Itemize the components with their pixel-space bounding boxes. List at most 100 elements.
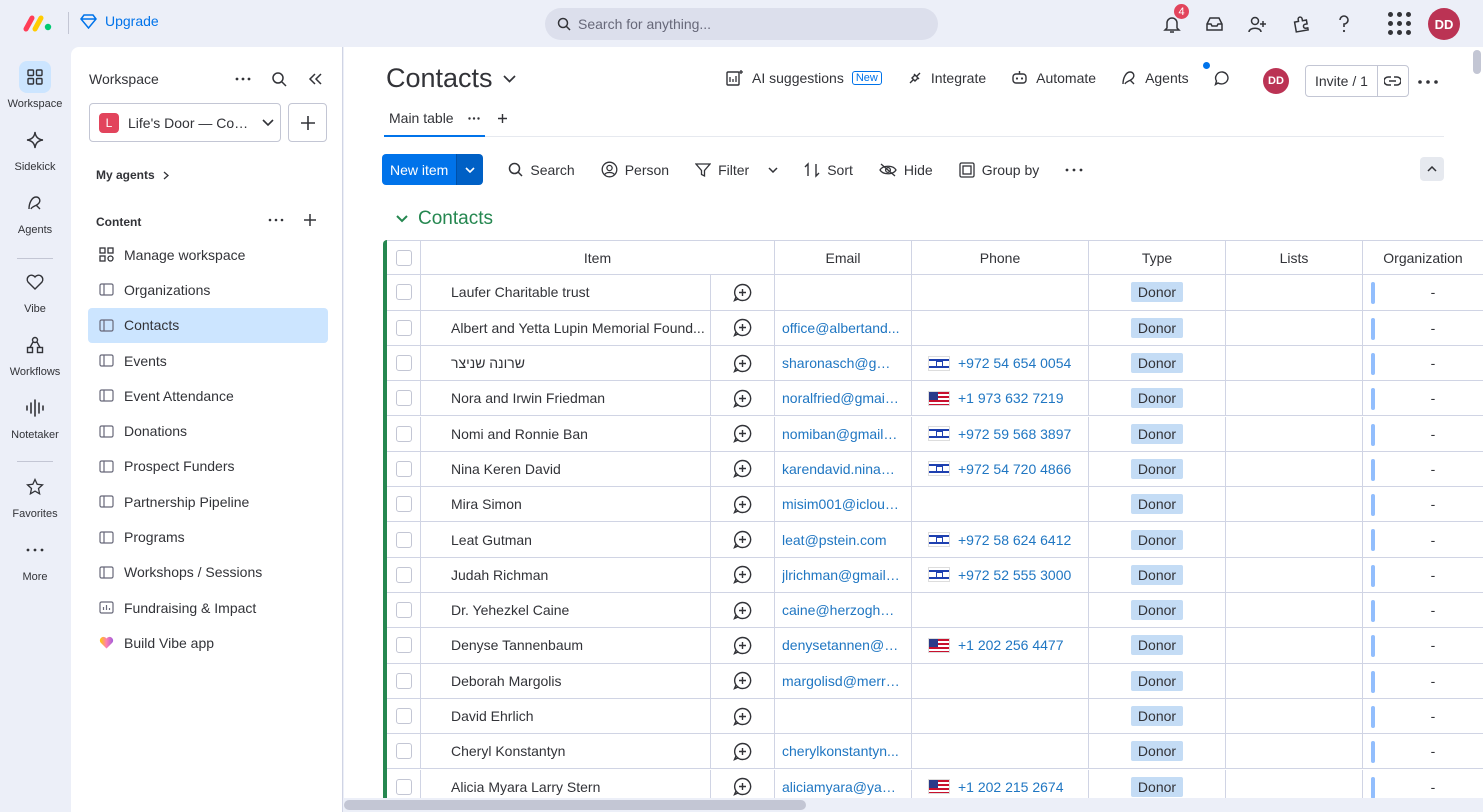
nav-item-build-vibe-app[interactable]: Build Vibe app <box>88 625 328 660</box>
upgrade-button[interactable]: Upgrade <box>80 13 159 29</box>
type-cell[interactable]: Donor <box>1089 593 1226 628</box>
phone-cell[interactable]: +972 52 555 3000 <box>912 557 1089 592</box>
ai-suggestions-button[interactable]: AI suggestions New <box>726 69 882 86</box>
row-checkbox[interactable] <box>395 672 412 689</box>
phone-cell[interactable]: +972 54 654 0054 <box>912 345 1089 381</box>
copy-link-button[interactable] <box>1378 66 1408 96</box>
type-cell[interactable]: Donor <box>1089 275 1226 310</box>
type-cell[interactable]: Donor <box>1089 663 1226 698</box>
phone-cell[interactable]: +1 973 632 7219 <box>912 381 1089 416</box>
table-row[interactable]: Mira Simon misim001@icloud.... Donor - <box>387 487 1483 523</box>
lists-cell[interactable] <box>1226 310 1363 345</box>
add-update-button[interactable] <box>711 522 775 557</box>
marketplace-button[interactable] <box>1279 10 1322 38</box>
table-row[interactable]: Laufer Charitable trust Donor - <box>387 275 1483 311</box>
phone-cell[interactable] <box>912 487 1089 522</box>
invite-members-button[interactable] <box>1236 10 1279 38</box>
rail-item-workflows[interactable]: Workflows <box>0 329 70 378</box>
email-cell[interactable]: jlrichman@gmail.... <box>775 557 912 592</box>
phone-cell[interactable] <box>912 310 1089 345</box>
select-all-checkbox[interactable] <box>395 249 412 266</box>
organization-cell[interactable]: - <box>1363 593 1483 627</box>
row-checkbox[interactable] <box>395 319 412 336</box>
row-checkbox[interactable] <box>395 390 412 407</box>
email-value[interactable]: aliciamyara@yaho... <box>782 779 900 795</box>
email-value[interactable]: jlrichman@gmail.... <box>782 567 900 583</box>
add-update-button[interactable] <box>711 593 775 628</box>
email-value[interactable]: noralfried@gmail.... <box>782 390 900 406</box>
email-cell[interactable] <box>775 275 912 310</box>
email-cell[interactable] <box>775 698 912 734</box>
email-value[interactable]: caine@herzoghos... <box>782 602 900 618</box>
global-search-input[interactable]: Search for anything... <box>545 8 938 40</box>
type-cell[interactable]: Donor <box>1089 310 1226 345</box>
workspace-options-button[interactable] <box>231 67 255 91</box>
phone-value[interactable]: +972 54 654 0054 <box>958 355 1071 371</box>
email-cell[interactable]: margolisd@merri... <box>775 663 912 698</box>
workspace-search-button[interactable] <box>267 67 291 91</box>
chevron-down-icon[interactable] <box>768 166 778 173</box>
column-header-email[interactable]: Email <box>775 241 912 275</box>
row-checkbox[interactable] <box>395 778 412 795</box>
row-checkbox[interactable] <box>395 425 412 442</box>
phone-value[interactable]: +972 59 568 3897 <box>958 426 1071 442</box>
email-cell[interactable]: denysetannen@g... <box>775 628 912 663</box>
type-cell[interactable]: Donor <box>1089 557 1226 592</box>
add-update-button[interactable] <box>711 698 775 734</box>
add-to-workspace-button[interactable] <box>288 103 327 142</box>
column-header-phone[interactable]: Phone <box>912 241 1089 275</box>
add-update-button[interactable] <box>711 628 775 663</box>
vertical-scrollbar-thumb[interactable] <box>1473 50 1481 74</box>
lists-cell[interactable] <box>1226 628 1363 663</box>
nav-item-event-attendance[interactable]: Event Attendance <box>88 378 328 413</box>
inbox-button[interactable] <box>1193 10 1236 38</box>
item-name-cell[interactable]: Deborah Margolis <box>421 663 711 698</box>
email-value[interactable]: misim001@icloud.... <box>782 496 900 512</box>
plus-icon[interactable] <box>298 211 322 229</box>
phone-cell[interactable] <box>912 275 1089 310</box>
table-row[interactable]: Dr. Yehezkel Caine caine@herzoghos... Dono… <box>387 593 1483 629</box>
item-name-cell[interactable]: Nomi and Ronnie Ban <box>421 416 711 451</box>
email-cell[interactable]: cherylkonstantyn... <box>775 734 912 769</box>
item-name-cell[interactable]: Cheryl Konstantyn <box>421 734 711 769</box>
hide-columns-button[interactable]: Hide <box>879 162 933 178</box>
organization-cell[interactable]: - <box>1363 346 1483 380</box>
table-row[interactable]: Nora and Irwin Friedman noralfried@gmail.… <box>387 381 1483 417</box>
board-more-button[interactable] <box>1418 71 1438 87</box>
nav-item-organizations[interactable]: Organizations <box>88 272 328 307</box>
organization-cell[interactable]: - <box>1363 628 1483 662</box>
email-value[interactable]: nomiban@gmail.c... <box>782 426 900 442</box>
type-cell[interactable]: Donor <box>1089 345 1226 381</box>
phone-cell[interactable] <box>912 593 1089 628</box>
group-header[interactable]: Contacts <box>396 208 493 230</box>
table-row[interactable]: Denyse Tannenbaum denysetannen@g... +1 202… <box>387 628 1483 664</box>
email-cell[interactable]: misim001@icloud.... <box>775 487 912 522</box>
email-cell[interactable]: karendavid.nina@... <box>775 451 912 487</box>
organization-cell[interactable]: - <box>1363 275 1483 309</box>
more-dots-icon[interactable] <box>467 116 480 120</box>
column-header-organization[interactable]: Organization <box>1363 241 1483 274</box>
item-name-cell[interactable]: Judah Richman <box>421 557 711 592</box>
type-cell[interactable]: Donor <box>1089 698 1226 734</box>
email-cell[interactable]: noralfried@gmail.... <box>775 381 912 416</box>
add-view-button[interactable] <box>497 111 508 129</box>
organization-cell[interactable]: - <box>1363 734 1483 768</box>
lists-cell[interactable] <box>1226 451 1363 487</box>
type-cell[interactable]: Donor <box>1089 522 1226 557</box>
automate-button[interactable]: Automate <box>1011 70 1096 86</box>
phone-value[interactable]: +972 52 555 3000 <box>958 567 1071 583</box>
organization-cell[interactable]: - <box>1363 452 1483 486</box>
phone-cell[interactable] <box>912 734 1089 769</box>
organization-cell[interactable]: - <box>1363 522 1483 556</box>
email-value[interactable]: karendavid.nina@... <box>782 461 900 477</box>
type-cell[interactable]: Donor <box>1089 451 1226 487</box>
type-cell[interactable]: Donor <box>1089 487 1226 522</box>
table-row[interactable]: שרונה שניצר sharonasch@gma... +972 54 654 … <box>387 345 1483 382</box>
item-name-cell[interactable]: Denyse Tannenbaum <box>421 628 711 663</box>
item-name-cell[interactable]: David Ehrlich <box>421 698 711 734</box>
email-cell[interactable]: office@albertand... <box>775 310 912 345</box>
search-board-button[interactable]: Search <box>508 162 575 178</box>
nav-item-workshops-sessions[interactable]: Workshops / Sessions <box>88 555 328 590</box>
new-item-button[interactable]: New item <box>382 154 457 185</box>
email-value[interactable]: leat@pstein.com <box>782 532 886 548</box>
